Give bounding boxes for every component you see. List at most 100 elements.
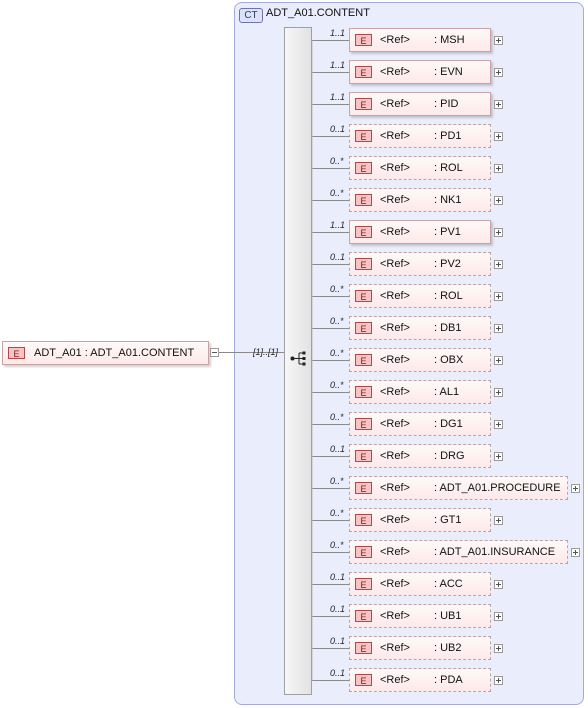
element-name: : ROL	[434, 162, 463, 174]
element-icon: E	[355, 66, 372, 78]
element-box[interactable]: E <Ref>: AL1	[349, 380, 491, 404]
element-box[interactable]: E <Ref> : PID	[349, 92, 491, 116]
element-row: 1..1 E <Ref>: MSH	[0, 28, 588, 52]
element-name: : PV1	[434, 226, 461, 238]
element-box[interactable]: E <Ref>: MSH	[349, 28, 491, 52]
element-box[interactable]: E <Ref>: EVN	[349, 60, 491, 84]
cardinality-label: 0..*	[330, 476, 344, 486]
expand-toggle[interactable]	[571, 548, 580, 557]
ref-label: <Ref>	[380, 514, 410, 526]
element-box[interactable]: E <Ref> : GT1	[349, 508, 491, 532]
expand-toggle[interactable]	[571, 484, 580, 493]
element-box[interactable]: E <Ref> : PV2	[349, 252, 491, 276]
expand-toggle[interactable]	[494, 516, 503, 525]
element-row: 0..1 E <Ref> : PV2	[0, 252, 588, 276]
cardinality-label: 0..1	[330, 444, 346, 454]
element-box[interactable]: E <Ref>: ADT_A01.PROCEDURE	[349, 476, 568, 500]
element-icon: E	[355, 674, 372, 686]
expand-toggle[interactable]	[494, 292, 503, 301]
element-row: 0..1 E <Ref>: ACC	[0, 572, 588, 596]
element-row: 1..1 E <Ref>: PID	[0, 92, 588, 116]
cardinality-label: 1..1	[330, 220, 346, 230]
element-box[interactable]: E <Ref>: DG1	[349, 412, 491, 436]
expand-toggle[interactable]	[494, 452, 503, 461]
expand-toggle[interactable]	[494, 612, 503, 621]
element-icon: E	[355, 258, 372, 270]
element-row: 0..1 E <Ref>: UB1	[0, 604, 588, 628]
expand-toggle[interactable]	[494, 388, 503, 397]
expand-toggle[interactable]	[494, 644, 503, 653]
element-box[interactable]: E <Ref>: PD1	[349, 124, 491, 148]
element-box[interactable]: E <Ref> : NK1	[349, 188, 491, 212]
cardinality-label: 0..*	[330, 156, 344, 166]
expand-toggle[interactable]	[494, 132, 503, 141]
element-row: 1..1 E <Ref>: PV1	[0, 220, 588, 244]
element-box[interactable]: E <Ref>: DB1	[349, 316, 491, 340]
element-box[interactable]: E <Ref>: ROL	[349, 156, 491, 180]
element-icon: E	[355, 514, 372, 526]
element-row: 1..1 E <Ref>: EVN	[0, 60, 588, 84]
element-icon: E	[355, 194, 372, 206]
element-name: : ACC	[434, 578, 463, 590]
cardinality-label: 0..*	[330, 508, 344, 518]
cardinality-label: 0..1	[330, 636, 346, 646]
expand-toggle[interactable]	[494, 164, 503, 173]
element-row: 0..* E <Ref>: OBX	[0, 348, 588, 372]
element-row: 0..1 E <Ref>: DRG	[0, 444, 588, 468]
expand-toggle[interactable]	[494, 68, 503, 77]
element-box[interactable]: E <Ref>: UB1	[349, 604, 491, 628]
ref-label: <Ref>	[380, 66, 410, 78]
element-box[interactable]: E <Ref>: OBX	[349, 348, 491, 372]
element-icon: E	[355, 98, 372, 110]
element-name: : GT1	[434, 514, 462, 526]
element-name: : PD1	[434, 130, 462, 142]
element-name: : OBX	[434, 354, 464, 366]
element-icon: E	[355, 546, 372, 558]
cardinality-label: 0..1	[330, 252, 346, 262]
element-name: : PV2	[434, 258, 461, 270]
cardinality-label: 1..1	[330, 28, 346, 38]
element-box[interactable]: E <Ref>: DRG	[349, 444, 491, 468]
ref-label: <Ref>	[380, 194, 410, 206]
element-row: 0..* E <Ref>: DB1	[0, 316, 588, 340]
element-box[interactable]: E <Ref>: ACC	[349, 572, 491, 596]
element-icon: E	[355, 34, 372, 46]
element-row: 0..* E <Ref> : GT1	[0, 508, 588, 532]
element-icon: E	[355, 578, 372, 590]
element-name: : PDA	[434, 674, 463, 686]
expand-toggle[interactable]	[494, 228, 503, 237]
expand-toggle[interactable]	[494, 260, 503, 269]
element-name: : PID	[434, 98, 459, 110]
expand-toggle[interactable]	[494, 580, 503, 589]
ref-label: <Ref>	[380, 674, 410, 686]
element-row: 0..* E <Ref>: DG1	[0, 412, 588, 436]
element-name: : AL1	[434, 386, 460, 398]
ref-label: <Ref>	[380, 98, 410, 110]
element-box[interactable]: E <Ref> : PDA	[349, 668, 491, 692]
cardinality-label: 0..*	[330, 188, 344, 198]
element-box[interactable]: E <Ref>: ADT_A01.INSURANCE	[349, 540, 568, 564]
expand-toggle[interactable]	[494, 676, 503, 685]
element-row: 0..* E <Ref>: ADT_A01.INSURANCE	[0, 540, 588, 564]
element-icon: E	[355, 386, 372, 398]
cardinality-label: 0..1	[330, 572, 346, 582]
expand-toggle[interactable]	[494, 36, 503, 45]
expand-toggle[interactable]	[494, 100, 503, 109]
ref-label: <Ref>	[380, 130, 410, 142]
element-box[interactable]: E <Ref>: PV1	[349, 220, 491, 244]
element-name: : MSH	[434, 34, 465, 46]
ref-label: <Ref>	[380, 258, 410, 270]
expand-toggle[interactable]	[494, 196, 503, 205]
expand-toggle[interactable]	[494, 356, 503, 365]
element-row: 0..1 E <Ref>: PD1	[0, 124, 588, 148]
element-icon: E	[355, 482, 372, 494]
element-box[interactable]: E <Ref>: ROL	[349, 284, 491, 308]
expand-toggle[interactable]	[494, 420, 503, 429]
ref-label: <Ref>	[380, 322, 410, 334]
element-icon: E	[355, 610, 372, 622]
element-box[interactable]: E <Ref>: UB2	[349, 636, 491, 660]
cardinality-label: 0..1	[330, 668, 346, 678]
expand-toggle[interactable]	[494, 324, 503, 333]
schema-diagram: CT ADT_A01.CONTENT E ADT_A01 : ADT_A01.C…	[0, 0, 588, 708]
element-name: : NK1	[434, 194, 462, 206]
